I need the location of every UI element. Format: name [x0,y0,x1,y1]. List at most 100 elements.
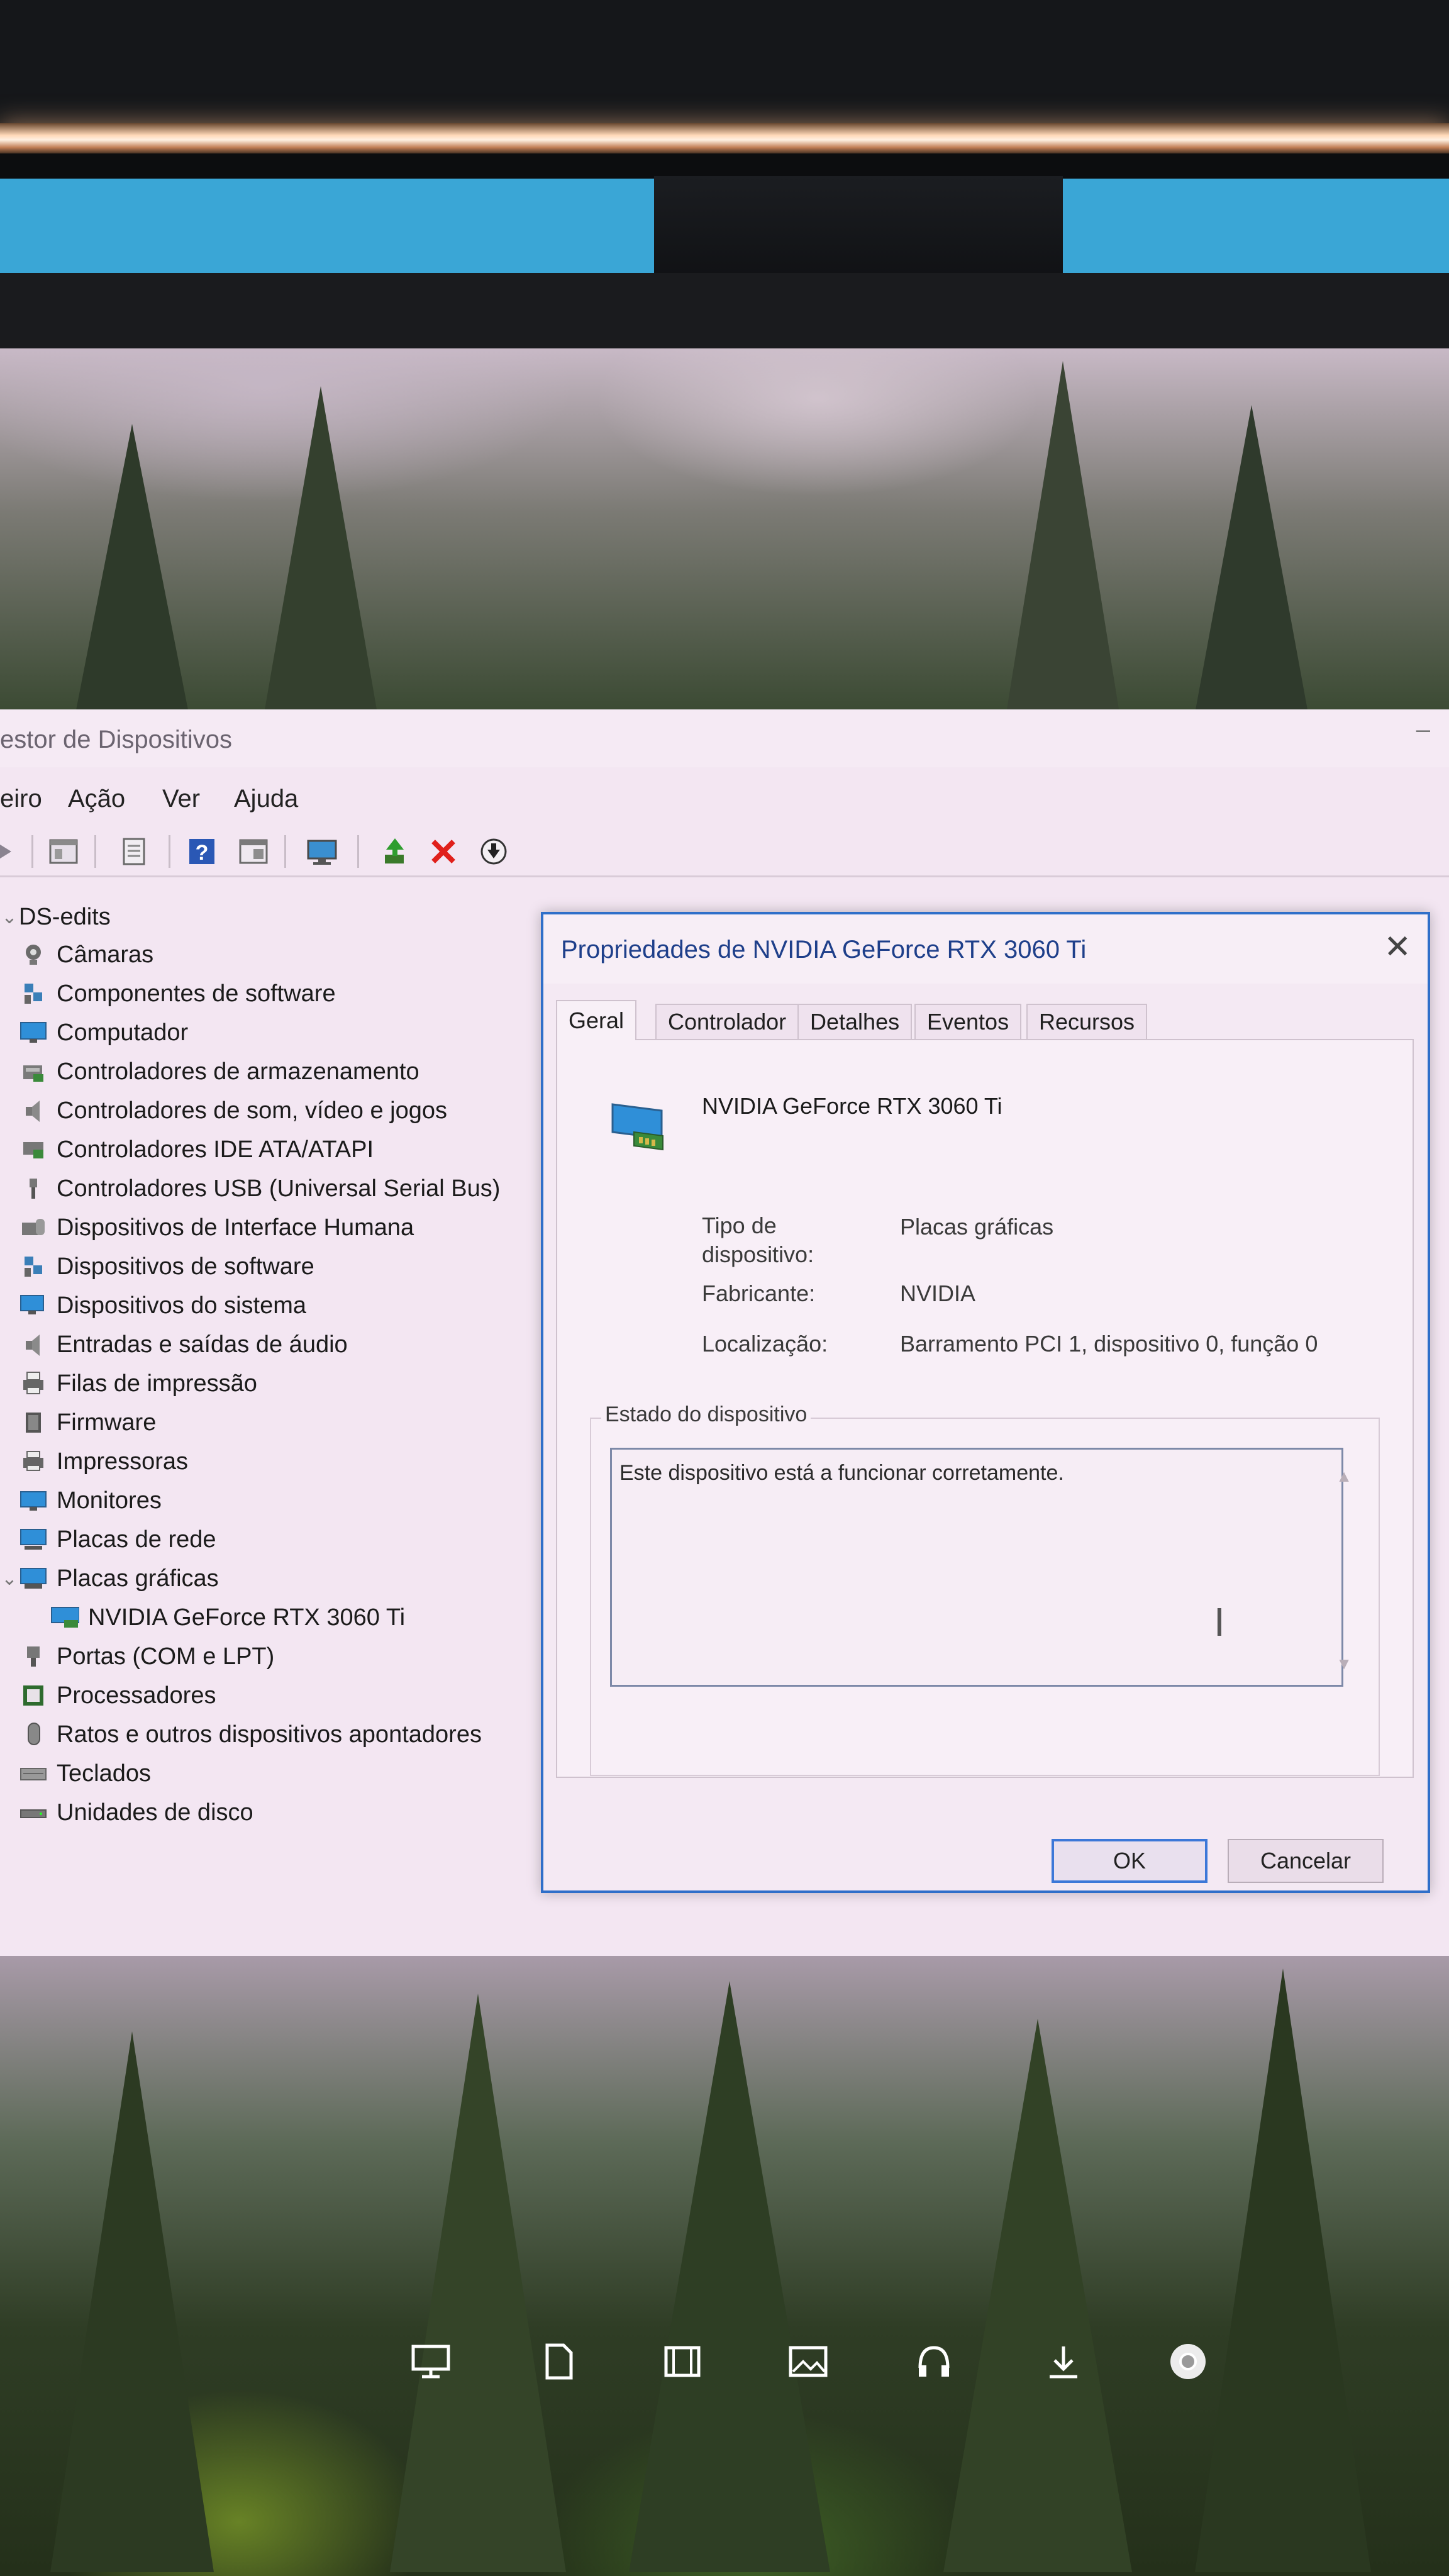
tree-item-label: Filas de impressão [57,1370,257,1397]
menu-help[interactable]: Ajuda [234,785,298,813]
tree-item-label: Dispositivos do sistema [57,1292,307,1319]
toolbar-separator [169,835,170,868]
resources-view-icon[interactable] [238,836,269,867]
tree-item-label: Monitores [57,1487,162,1514]
tree-item-ports[interactable]: Portas (COM e LPT) [0,1638,274,1675]
download-icon[interactable] [1041,2340,1085,2384]
tree-item-processors[interactable]: Processadores [0,1677,216,1714]
tree-shape [1006,361,1119,713]
tab-details[interactable]: Detalhes [797,1004,913,1039]
tree-item-label: Câmaras [57,941,154,968]
picture-icon[interactable] [786,2340,830,2384]
dialog-titlebar[interactable]: Propriedades de NVIDIA GeForce RTX 3060 … [543,914,1428,984]
tree-item-firmware[interactable]: Firmware [0,1404,156,1441]
tab-resources[interactable]: Recursos [1026,1004,1148,1039]
device-status-group: Estado do dispositivo Este dispositivo e… [590,1402,1380,1776]
scroll-down-icon[interactable]: ▼ [1336,1654,1352,1674]
manufacturer-label: Fabricante: [702,1280,816,1306]
cancel-button[interactable]: Cancelar [1228,1839,1384,1883]
tree-item-sound-controllers[interactable]: Controladores de som, vídeo e jogos [0,1092,447,1130]
tree-shape [264,386,377,713]
tab-general[interactable]: Geral [556,1000,637,1040]
ok-button[interactable]: OK [1052,1839,1208,1883]
close-icon[interactable]: ✕ [1384,928,1411,966]
tree-item-label: Processadores [57,1682,216,1709]
tree-item-storage-controllers[interactable]: Controladores de armazenamento [0,1053,419,1091]
tab-driver[interactable]: Controlador [655,1004,799,1039]
tab-strip: Geral Controlador Detalhes Eventos Recur… [556,1000,1424,1040]
tree-item-label: Placas gráficas [57,1565,219,1592]
device-status-textbox[interactable]: Este dispositivo está a funcionar corret… [610,1448,1343,1687]
tab-events[interactable]: Eventos [914,1004,1022,1039]
tree-item-usb-controllers[interactable]: Controladores USB (Universal Serial Bus) [0,1170,500,1208]
tree-item-label: Controladores de som, vídeo e jogos [57,1097,448,1124]
print-queue-icon [19,1370,48,1397]
device-manager-title: estor de Dispositivos [0,726,233,753]
tree-item-cameras[interactable]: Câmaras [0,936,153,974]
monitor-icon[interactable] [409,2340,453,2384]
headphones-icon[interactable] [912,2340,956,2384]
properties-dialog: Propriedades de NVIDIA GeForce RTX 3060 … [541,912,1430,1893]
tree-item-disk-drives[interactable]: Unidades de disco [0,1794,253,1831]
toolbar-separator [284,835,286,868]
tree-item-system-devices[interactable]: Dispositivos do sistema [0,1287,306,1324]
menu-action[interactable]: Ação [68,785,125,813]
tree-item-ide-controllers[interactable]: Controladores IDE ATA/ATAPI [0,1131,374,1169]
tree-item-audio-io[interactable]: Entradas e saídas de áudio [0,1326,348,1363]
tree-item-computer[interactable]: Computador [0,1014,188,1052]
tree-item-label: Controladores de armazenamento [57,1058,419,1085]
tree-item-label: Unidades de disco [57,1799,253,1826]
device-manager-titlebar[interactable]: estor de Dispositivos – [0,709,1449,767]
led-light-strip [0,123,1449,153]
tree-item-keyboards[interactable]: Teclados [0,1755,151,1792]
tree-item-software-devices[interactable]: Dispositivos de software [0,1248,314,1285]
tree-item-label: Componentes de software [57,980,336,1007]
tree-item-label: Controladores IDE ATA/ATAPI [57,1136,374,1163]
disable-device-icon[interactable] [478,836,509,867]
chevron-down-icon[interactable]: ⌄ [0,1568,19,1590]
tree-item-display-adapters[interactable]: ⌄ Placas gráficas [0,1560,219,1597]
tree-item-print-queues[interactable]: Filas de impressão [0,1365,257,1402]
menu-file[interactable]: eiro [0,785,42,813]
toolbar-separator [31,835,33,868]
chrome-icon[interactable] [1166,2340,1210,2384]
minimize-icon[interactable]: – [1416,716,1430,744]
monitor-bezel [0,273,1449,348]
properties-window-icon[interactable] [48,836,79,867]
tree-shape [50,2031,214,2572]
document-list-icon[interactable] [118,836,150,867]
tree-item-nvidia-gpu[interactable]: NVIDIA GeForce RTX 3060 Ti [50,1599,405,1636]
tree-shape [1195,405,1308,713]
text-cursor-icon: I [1214,1599,1225,1645]
chevron-down-icon[interactable]: ⌄ [0,906,19,928]
help-icon[interactable]: ? [186,836,218,867]
computer-icon [19,1019,48,1046]
printer-icon [19,1448,48,1475]
document-icon[interactable] [537,2340,581,2384]
system-device-icon [19,1292,48,1319]
uninstall-x-icon[interactable] [428,836,459,867]
tree-item-hid[interactable]: Dispositivos de Interface Humana [0,1209,414,1246]
tree-item-label: Dispositivos de Interface Humana [57,1214,414,1241]
scroll-up-icon[interactable]: ▲ [1336,1467,1352,1486]
blue-background-left [0,179,654,273]
disk-drive-icon [19,1799,48,1826]
tree-item-software-components[interactable]: Componentes de software [0,975,336,1013]
tree-item-label: NVIDIA GeForce RTX 3060 Ti [88,1604,406,1631]
menu-view[interactable]: Ver [162,785,200,813]
tree-shape [75,424,189,713]
film-icon[interactable] [660,2340,704,2384]
update-driver-icon[interactable] [380,836,411,867]
forward-arrow-icon[interactable] [0,836,19,867]
tree-item-label: Computador [57,1019,189,1046]
tree-item-label: Portas (COM e LPT) [57,1643,275,1670]
tree-item-printers[interactable]: Impressoras [0,1443,188,1480]
tree-item-label: Ratos e outros dispositivos apontadores [57,1721,482,1748]
scan-hardware-icon[interactable] [306,836,337,867]
tree-item-mice[interactable]: Ratos e outros dispositivos apontadores [0,1716,482,1753]
tree-item-network-adapters[interactable]: Placas de rede [0,1521,216,1558]
tree-item-monitors[interactable]: Monitores [0,1482,162,1519]
tree-root[interactable]: ⌄ DS-edits [0,898,110,936]
storage-controller-icon [19,1058,48,1085]
device-type-label: Tipo de dispositivo: [702,1213,814,1267]
